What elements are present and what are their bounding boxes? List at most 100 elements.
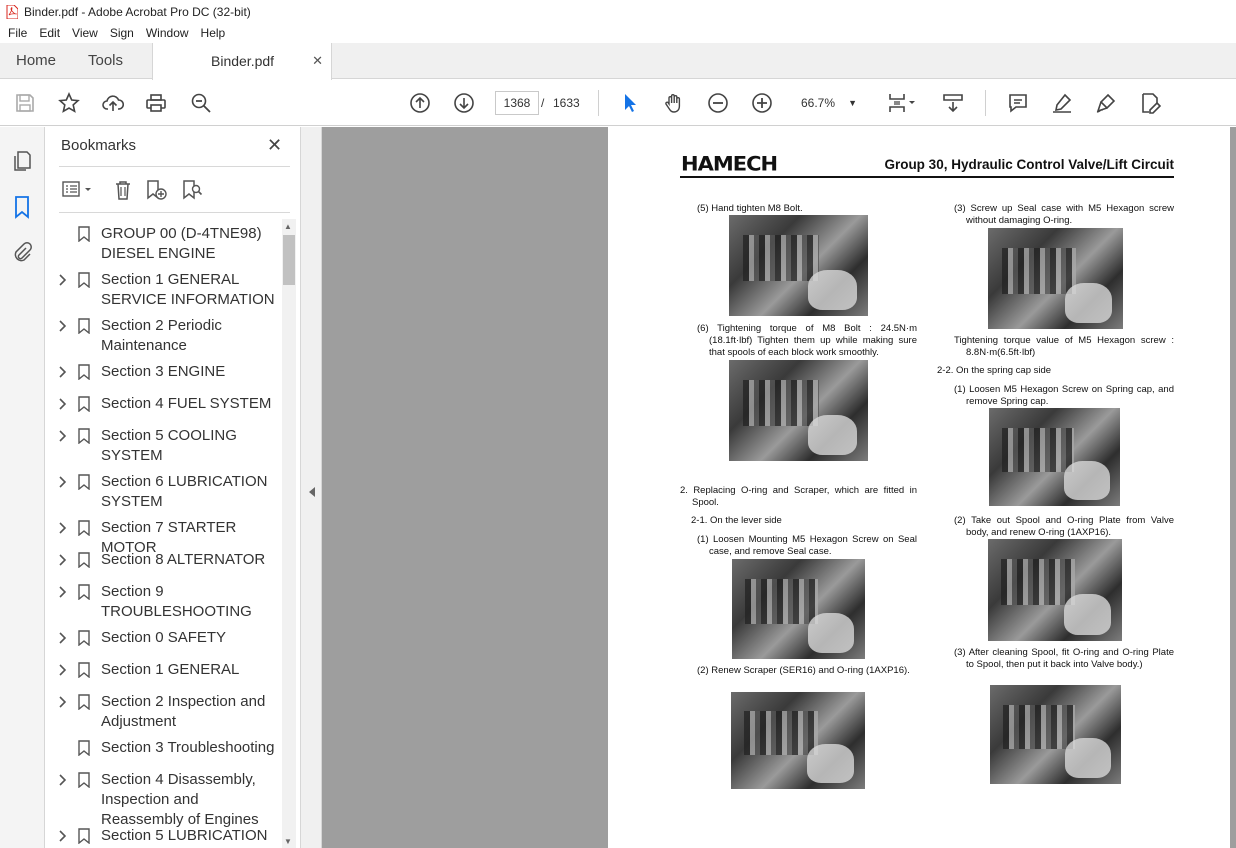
upload-cloud-icon[interactable]: [101, 91, 125, 115]
menu-sign[interactable]: Sign: [104, 26, 140, 40]
chevron-right-icon[interactable]: [59, 398, 67, 410]
chevron-right-icon[interactable]: [59, 696, 67, 708]
chevron-right-icon[interactable]: [59, 632, 67, 644]
bookmark-icon: [78, 828, 90, 844]
delete-trash-icon[interactable]: [112, 178, 134, 202]
chevron-right-icon[interactable]: [59, 586, 67, 598]
next-page-icon[interactable]: [452, 91, 476, 115]
bookmark-label: Section 2 Periodic Maintenance: [101, 317, 222, 354]
subsection-text: 2-2. On the spring cap side: [937, 365, 1052, 376]
collapse-arrow-icon[interactable]: [309, 487, 315, 497]
photo-screw-seal-case: [988, 228, 1123, 329]
print-icon[interactable]: [144, 91, 168, 115]
page-thumbnails-icon[interactable]: [10, 149, 34, 173]
bookmark-icon: [78, 552, 90, 568]
zoom-in-icon[interactable]: [750, 91, 774, 115]
viewer-edge: [1230, 127, 1236, 848]
bookmark-label: GROUP 00 (D-4TNE98) DIESEL ENGINE: [101, 225, 262, 262]
panel-collapse-handle[interactable]: [300, 127, 322, 848]
bookmark-icon: [78, 272, 90, 288]
bookmark-label: Section 6 LUBRICATION SYSTEM: [101, 473, 268, 510]
chevron-right-icon[interactable]: [59, 554, 67, 566]
document-viewer[interactable]: HAMECH Group 30, Hydraulic Control Valve…: [322, 127, 1236, 848]
torque-note-text: Tightening torque value of M5 Hexagon sc…: [954, 335, 1174, 358]
pdf-app-icon: [6, 4, 18, 19]
bookmark-icon: [78, 630, 90, 646]
bookmark-label: Section 5 COOLING SYSTEM: [101, 427, 237, 464]
new-bookmark-icon[interactable]: [145, 178, 167, 202]
bookmark-label: Section 8 ALTERNATOR: [101, 551, 266, 568]
menu-window[interactable]: Window: [140, 26, 195, 40]
bookmark-label: Section 0 SAFETY: [101, 629, 227, 646]
bookmark-icon: [78, 364, 90, 380]
previous-page-icon[interactable]: [408, 91, 432, 115]
page-separator: /: [541, 96, 545, 110]
chevron-down-icon: ▼: [848, 98, 857, 108]
chevron-right-icon[interactable]: [59, 320, 67, 332]
close-panel-icon[interactable]: ✕: [267, 135, 282, 156]
scrollbar-thumb[interactable]: [283, 235, 295, 285]
menu-help[interactable]: Help: [195, 26, 232, 40]
bookmark-search-icon[interactable]: [181, 178, 203, 202]
zoom-search-icon[interactable]: [189, 91, 213, 115]
scrolling-mode-icon[interactable]: [941, 91, 965, 115]
toolbar: 1368 / 1633 66.7% ▼: [0, 80, 1236, 126]
scroll-up-icon[interactable]: ▲: [284, 222, 292, 231]
zoom-out-icon[interactable]: [706, 91, 730, 115]
bookmark-label: Section 9 TROUBLESHOOTING: [101, 583, 252, 620]
chevron-right-icon[interactable]: [59, 366, 67, 378]
step-text: (6) Tightening torque of M8 Bolt : 24.5N…: [697, 323, 917, 358]
highlight-pen-icon[interactable]: [1050, 91, 1074, 115]
page-number-input[interactable]: 1368: [495, 91, 539, 115]
select-cursor-icon[interactable]: [618, 91, 642, 115]
header-rule: [680, 176, 1174, 178]
tab-home[interactable]: Home: [16, 43, 56, 79]
chevron-right-icon[interactable]: [59, 664, 67, 676]
step-text: (3) Screw up Seal case with M5 Hexagon s…: [954, 203, 1174, 226]
sign-pen-icon[interactable]: [1094, 91, 1118, 115]
bookmark-icon: [78, 772, 90, 788]
bookmark-scrollbar[interactable]: ▲ ▼: [282, 219, 296, 848]
panel-divider: [59, 166, 290, 167]
chevron-right-icon[interactable]: [59, 274, 67, 286]
chevron-right-icon[interactable]: [59, 774, 67, 786]
menu-edit[interactable]: Edit: [33, 26, 66, 40]
scroll-down-icon[interactable]: ▼: [284, 837, 292, 846]
bookmarks-panel: Bookmarks ✕ GROUP 00 (D-4TNE98) DIESEL E…: [45, 127, 300, 848]
menu-view[interactable]: View: [66, 26, 104, 40]
bookmark-icon: [78, 584, 90, 600]
bookmark-label: Section 4 Disassembly, Inspection and Re…: [101, 771, 259, 828]
chevron-right-icon[interactable]: [59, 830, 67, 842]
hand-tool-icon[interactable]: [662, 91, 686, 115]
bookmark-icon: [78, 662, 90, 678]
attachment-paperclip-icon[interactable]: [10, 241, 34, 265]
bookmark-panel-icon[interactable]: [10, 195, 34, 219]
total-pages: 1633: [553, 96, 580, 110]
step-text: (2) Renew Scraper (SER16) and O-ring (1A…: [697, 665, 910, 676]
chevron-right-icon[interactable]: [59, 430, 67, 442]
bookmark-options-icon[interactable]: [61, 178, 95, 202]
fit-page-icon[interactable]: [884, 91, 918, 115]
step-text: (5) Hand tighten M8 Bolt.: [697, 203, 803, 214]
bookmark-label: Section 1 GENERAL: [101, 661, 240, 678]
comment-icon[interactable]: [1006, 91, 1030, 115]
photo-torque-wrench: [729, 360, 868, 461]
window-title: Binder.pdf - Adobe Acrobat Pro DC (32-bi…: [24, 4, 251, 19]
bookmark-label: Section 4 FUEL SYSTEM: [101, 395, 272, 412]
hamech-logo: HAMECH: [681, 152, 778, 176]
tab-document[interactable]: Binder.pdf ✕: [152, 43, 332, 80]
menu-file[interactable]: File: [0, 26, 33, 40]
chevron-right-icon[interactable]: [59, 522, 67, 534]
bookmark-icon: [78, 226, 90, 242]
star-icon[interactable]: [57, 91, 81, 115]
bookmark-icon: [78, 694, 90, 710]
tab-tools[interactable]: Tools: [88, 43, 123, 79]
chevron-right-icon[interactable]: [59, 476, 67, 488]
save-icon[interactable]: [13, 91, 37, 115]
zoom-level-select[interactable]: 66.7% ▼: [793, 91, 865, 115]
tab-document-label: Binder.pdf: [211, 53, 275, 69]
close-tab-icon[interactable]: ✕: [312, 43, 323, 79]
tab-bar: Home Tools Binder.pdf ✕: [0, 43, 1236, 80]
bookmark-label: Section 3 Troubleshooting: [101, 739, 275, 756]
fill-sign-icon[interactable]: [1138, 91, 1162, 115]
